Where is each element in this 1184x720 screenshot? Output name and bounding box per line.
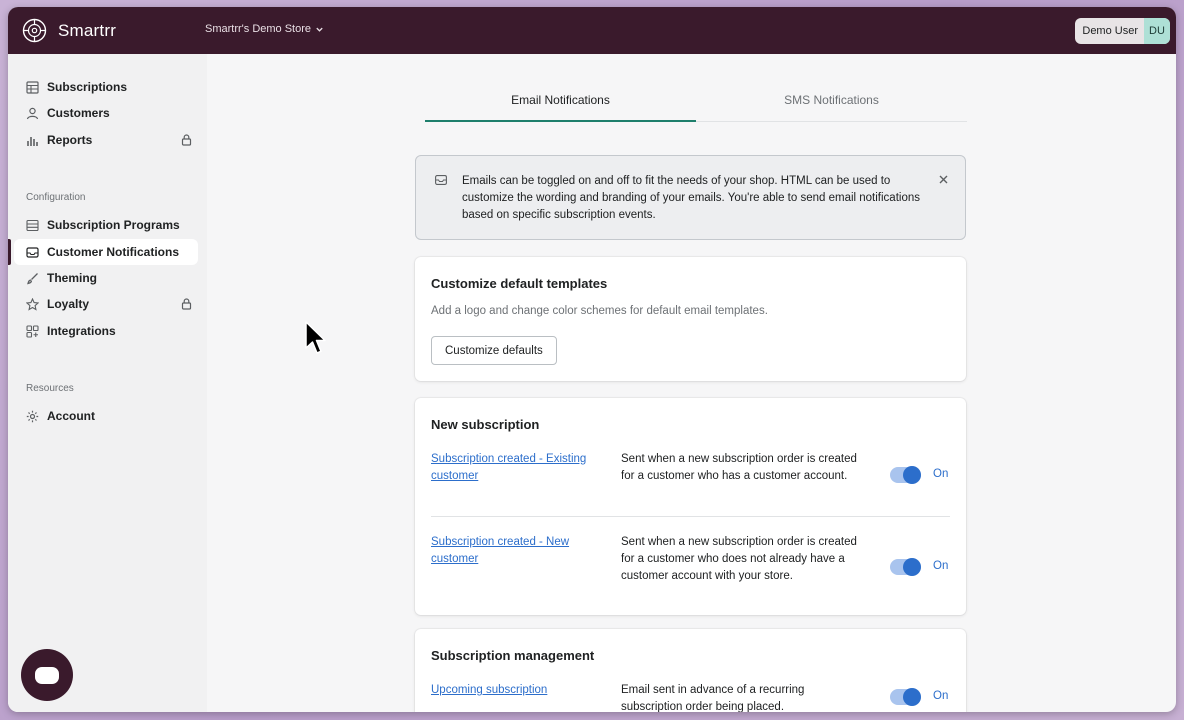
person-icon	[26, 107, 39, 119]
card-title: Subscription management	[431, 648, 595, 663]
apps-icon	[26, 324, 39, 338]
store-name: Smartrr's Demo Store	[205, 23, 312, 35]
inbox-icon	[26, 246, 39, 258]
star-icon	[26, 297, 39, 311]
active-indicator	[8, 239, 11, 265]
lock-icon	[181, 298, 192, 310]
list-icon	[26, 219, 39, 231]
resources-section-label: Resources	[26, 383, 74, 394]
user-name: Demo User	[1082, 25, 1138, 37]
notification-link[interactable]: Upcoming subscription	[431, 682, 591, 699]
app-logo[interactable]: Smartrr	[22, 18, 116, 43]
card-subtitle: Add a logo and change color schemes for …	[431, 305, 768, 317]
sidebar-item-customers[interactable]: Customers	[14, 100, 198, 126]
top-bar: Smartrr Smartrr's Demo Store Demo User D…	[8, 7, 1176, 54]
main-content: Email Notifications SMS Notifications Em…	[207, 54, 1176, 712]
banner-text: Emails can be toggled on and off to fit …	[462, 175, 920, 221]
app-name: Smartrr	[58, 20, 117, 40]
store-selector[interactable]: Smartrr's Demo Store	[205, 23, 324, 35]
card-title: Customize default templates	[431, 276, 608, 291]
sidebar-item-label: Reports	[47, 133, 93, 147]
card-title: New subscription	[431, 417, 540, 432]
close-icon[interactable]	[939, 175, 948, 184]
sidebar-item-subscription-programs[interactable]: Subscription Programs	[14, 212, 198, 238]
sidebar-item-label: Subscriptions	[47, 80, 128, 94]
sidebar-item-theming[interactable]: Theming	[14, 265, 198, 291]
gear-icon	[26, 410, 39, 422]
sidebar: Subscriptions Customers Reports Configur…	[8, 54, 207, 712]
bar-chart-icon	[27, 136, 38, 146]
toggle-status: On	[933, 560, 949, 572]
inbox-icon	[435, 175, 447, 185]
tab-email-notifications[interactable]: Email Notifications	[425, 73, 696, 122]
notification-description: Email sent in advance of a recurring sub…	[621, 684, 805, 712]
sidebar-item-integrations[interactable]: Integrations	[14, 318, 198, 344]
configuration-section-label: Configuration	[26, 192, 86, 203]
user-menu[interactable]: Demo User DU	[1075, 18, 1170, 44]
paintbrush-icon	[27, 272, 38, 284]
smartrr-logo-icon	[22, 18, 47, 43]
notification-tabs: Email Notifications SMS Notifications	[425, 73, 967, 122]
sidebar-item-loyalty[interactable]: Loyalty	[14, 291, 198, 317]
sidebar-item-label: Customers	[47, 106, 110, 120]
notification-description: Sent when a new subscription order is cr…	[621, 453, 857, 482]
new-subscription-card: New subscription Subscription created - …	[415, 398, 966, 615]
sidebar-item-label: Account	[47, 409, 95, 423]
sidebar-item-label: Customer Notifications	[47, 245, 180, 259]
info-banner: Emails can be toggled on and off to fit …	[415, 155, 966, 240]
notification-description: Sent when a new subscription order is cr…	[621, 536, 857, 582]
sidebar-item-customer-notifications[interactable]: Customer Notifications	[14, 239, 198, 265]
notification-link[interactable]: Subscription created - New customer	[431, 534, 591, 568]
notification-link[interactable]: Subscription created - Existing customer	[431, 451, 591, 485]
toggle-status: On	[933, 690, 949, 702]
toggle-status: On	[933, 468, 949, 480]
sidebar-item-label: Theming	[47, 271, 97, 285]
app-window: Smartrr Smartrr's Demo Store Demo User D…	[8, 7, 1176, 712]
lock-icon	[181, 134, 192, 146]
customize-defaults-button[interactable]: Customize defaults	[431, 336, 557, 365]
toggle-knob	[903, 688, 921, 706]
tab-sms-notifications[interactable]: SMS Notifications	[696, 73, 967, 121]
chat-bubble-icon	[35, 666, 59, 684]
toggle-knob	[903, 558, 921, 576]
sidebar-item-account[interactable]: Account	[14, 403, 198, 429]
customize-templates-card: Customize default templates Add a logo a…	[415, 257, 966, 381]
table-icon	[26, 80, 39, 94]
subscription-management-card: Subscription management Upcoming subscri…	[415, 629, 966, 712]
notification-toggle[interactable]	[890, 688, 921, 706]
notification-toggle[interactable]	[890, 466, 921, 484]
sidebar-item-label: Integrations	[47, 324, 116, 338]
toggle-knob	[903, 466, 921, 484]
sidebar-item-label: Loyalty	[47, 297, 90, 311]
sidebar-item-reports[interactable]: Reports	[14, 127, 198, 153]
notification-toggle[interactable]	[890, 558, 921, 576]
divider	[431, 516, 950, 517]
avatar: DU	[1144, 18, 1170, 44]
sidebar-item-label: Subscription Programs	[47, 218, 180, 232]
sidebar-item-subscriptions[interactable]: Subscriptions	[14, 74, 198, 100]
chat-button[interactable]	[21, 649, 73, 701]
chevron-down-icon	[316, 27, 323, 32]
